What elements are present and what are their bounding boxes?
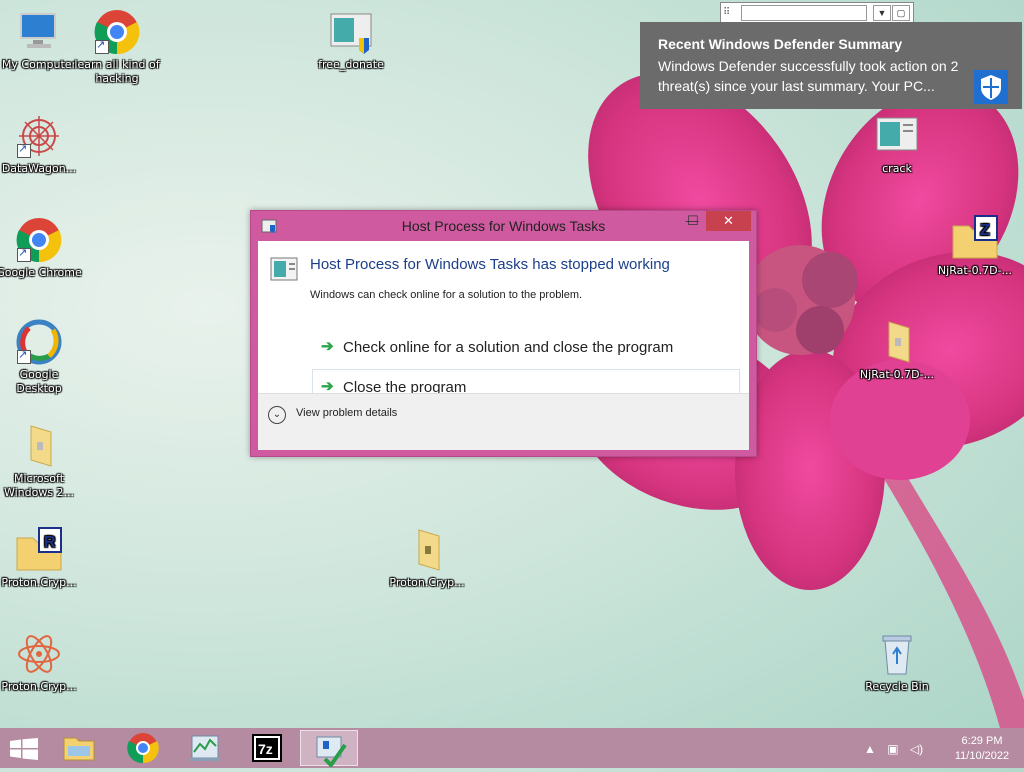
tray-icons: ▲ ▣ ◁) [864,742,944,756]
taskbar-task-manager[interactable] [176,730,234,766]
desktop-icon-njrat-1[interactable]: Z NjRat-0.7D-... [932,214,1018,278]
dialog-titlebar[interactable]: Host Process for Windows Tasks — ☐ ✕ [251,211,756,241]
error-dialog: Host Process for Windows Tasks — ☐ ✕ Hos… [250,210,757,457]
program-window-icon [270,257,298,281]
grip-icon[interactable]: ⠿ [723,6,737,20]
desktop-icon-proton-cryp-3[interactable]: Proton.Cryp... [0,630,82,694]
taskbar-file-explorer[interactable] [50,730,108,766]
atom-icon [15,630,63,678]
7zip-icon: 7z [252,734,282,762]
chrome-icon [127,733,159,764]
green-arrow-icon: ➔ [321,378,334,395]
green-arrow-icon: ➔ [321,338,334,355]
volume-icon[interactable]: ◁) [910,742,923,756]
windows-logo-icon [10,738,38,760]
clock[interactable]: 6:29 PM 11/10/2022 [952,734,1012,764]
desktop-icon-proton-cryp-1[interactable]: R Proton.Cryp... [0,526,82,590]
clock-date: 11/10/2022 [954,750,1010,762]
toolbar-input[interactable] [741,5,867,21]
svg-text:R: R [44,534,56,551]
chevron-down-icon[interactable]: ⌄ [268,406,286,424]
chrome-icon [15,216,63,264]
desktop-icon-google-chrome[interactable]: Google Chrome [0,216,82,280]
taskbar-7zip[interactable]: 7z [238,730,296,766]
desktop-icon-proton-cryp-2[interactable]: Proton.Cryp... [384,526,470,590]
defender-notification[interactable]: Recent Windows Defender Summary Windows … [640,22,1022,109]
desktop-icon-recycle-bin[interactable]: Recycle Bin [854,630,940,694]
notification-body: Windows Defender successfully took actio… [658,58,959,94]
computer-icon [15,8,63,56]
desktop-icon-free-donate[interactable]: free_donate [308,8,394,72]
shield-icon [974,70,1008,104]
floating-toolbar[interactable]: ⠿ ▼ ▢ [720,2,914,24]
dialog-heading: Host Process for Windows Tasks has stopp… [310,256,670,273]
chevron-up-icon[interactable]: ▲ [864,742,876,756]
desktop-icon-crack[interactable]: crack [854,112,940,176]
view-details-link[interactable]: View problem details [296,407,397,419]
shortcut-icon [17,348,31,364]
program-window-icon [327,8,375,56]
taskbar: 7z ▲ ▣ ◁) 6:29 PM 11/10/2022 [0,728,1024,769]
desktop-icon-learn-hacking[interactable]: learn all kind of hacking [74,8,160,86]
task-manager-icon [190,735,220,761]
start-button[interactable] [10,738,38,760]
winrar-folder-icon: R [15,526,63,574]
taskbar-chrome[interactable] [114,730,172,766]
folder-icon [403,526,451,574]
desktop-icon-datawagon[interactable]: DataWagon... [0,112,82,176]
svg-text:Z: Z [980,222,990,239]
svg-text:7z: 7z [258,741,273,757]
program-window-icon [873,112,921,160]
dialog-subtext: Windows can check online for a solution … [310,289,583,301]
shortcut-icon [95,38,109,54]
desktop-icon-njrat-2[interactable]: NjRat-0.7D-... [854,318,940,382]
notification-title: Recent Windows Defender Summary [658,36,903,52]
recycle-bin-icon [873,630,921,678]
folder-icon [15,422,63,470]
check-online-option[interactable]: ➔ Check online for a solution and close … [312,329,740,369]
action-center-flag-icon [316,736,347,769]
restore-icon[interactable]: ▢ [892,5,910,21]
network-icon[interactable]: ▣ [887,742,898,756]
datawagon-icon [15,112,63,160]
shortcut-icon [17,246,31,262]
desktop-icon-google-desktop[interactable]: Google Desktop [0,318,82,396]
taskbar-action-center[interactable] [300,730,358,769]
desktop-icon-my-computer[interactable]: My Computer [0,8,82,72]
close-button[interactable]: ✕ [706,211,751,231]
google-desktop-icon [15,318,63,366]
folder-icon [873,318,921,366]
dialog-footer: ⌄ View problem details [258,393,749,450]
shortcut-icon [17,142,31,158]
maximize-button[interactable]: ☐ [682,211,704,231]
desktop-icon-microsoft-windows[interactable]: Microsoft Windows 2... [0,422,82,500]
dialog-content: Host Process for Windows Tasks has stopp… [258,241,749,450]
chrome-icon [93,8,141,56]
folder-icon [63,737,95,761]
winzip-folder-icon: Z [951,214,999,262]
option-label: Check online for a solution and close th… [343,339,674,356]
clock-time: 6:29 PM [961,735,1003,747]
chevron-down-icon[interactable]: ▼ [873,5,891,21]
